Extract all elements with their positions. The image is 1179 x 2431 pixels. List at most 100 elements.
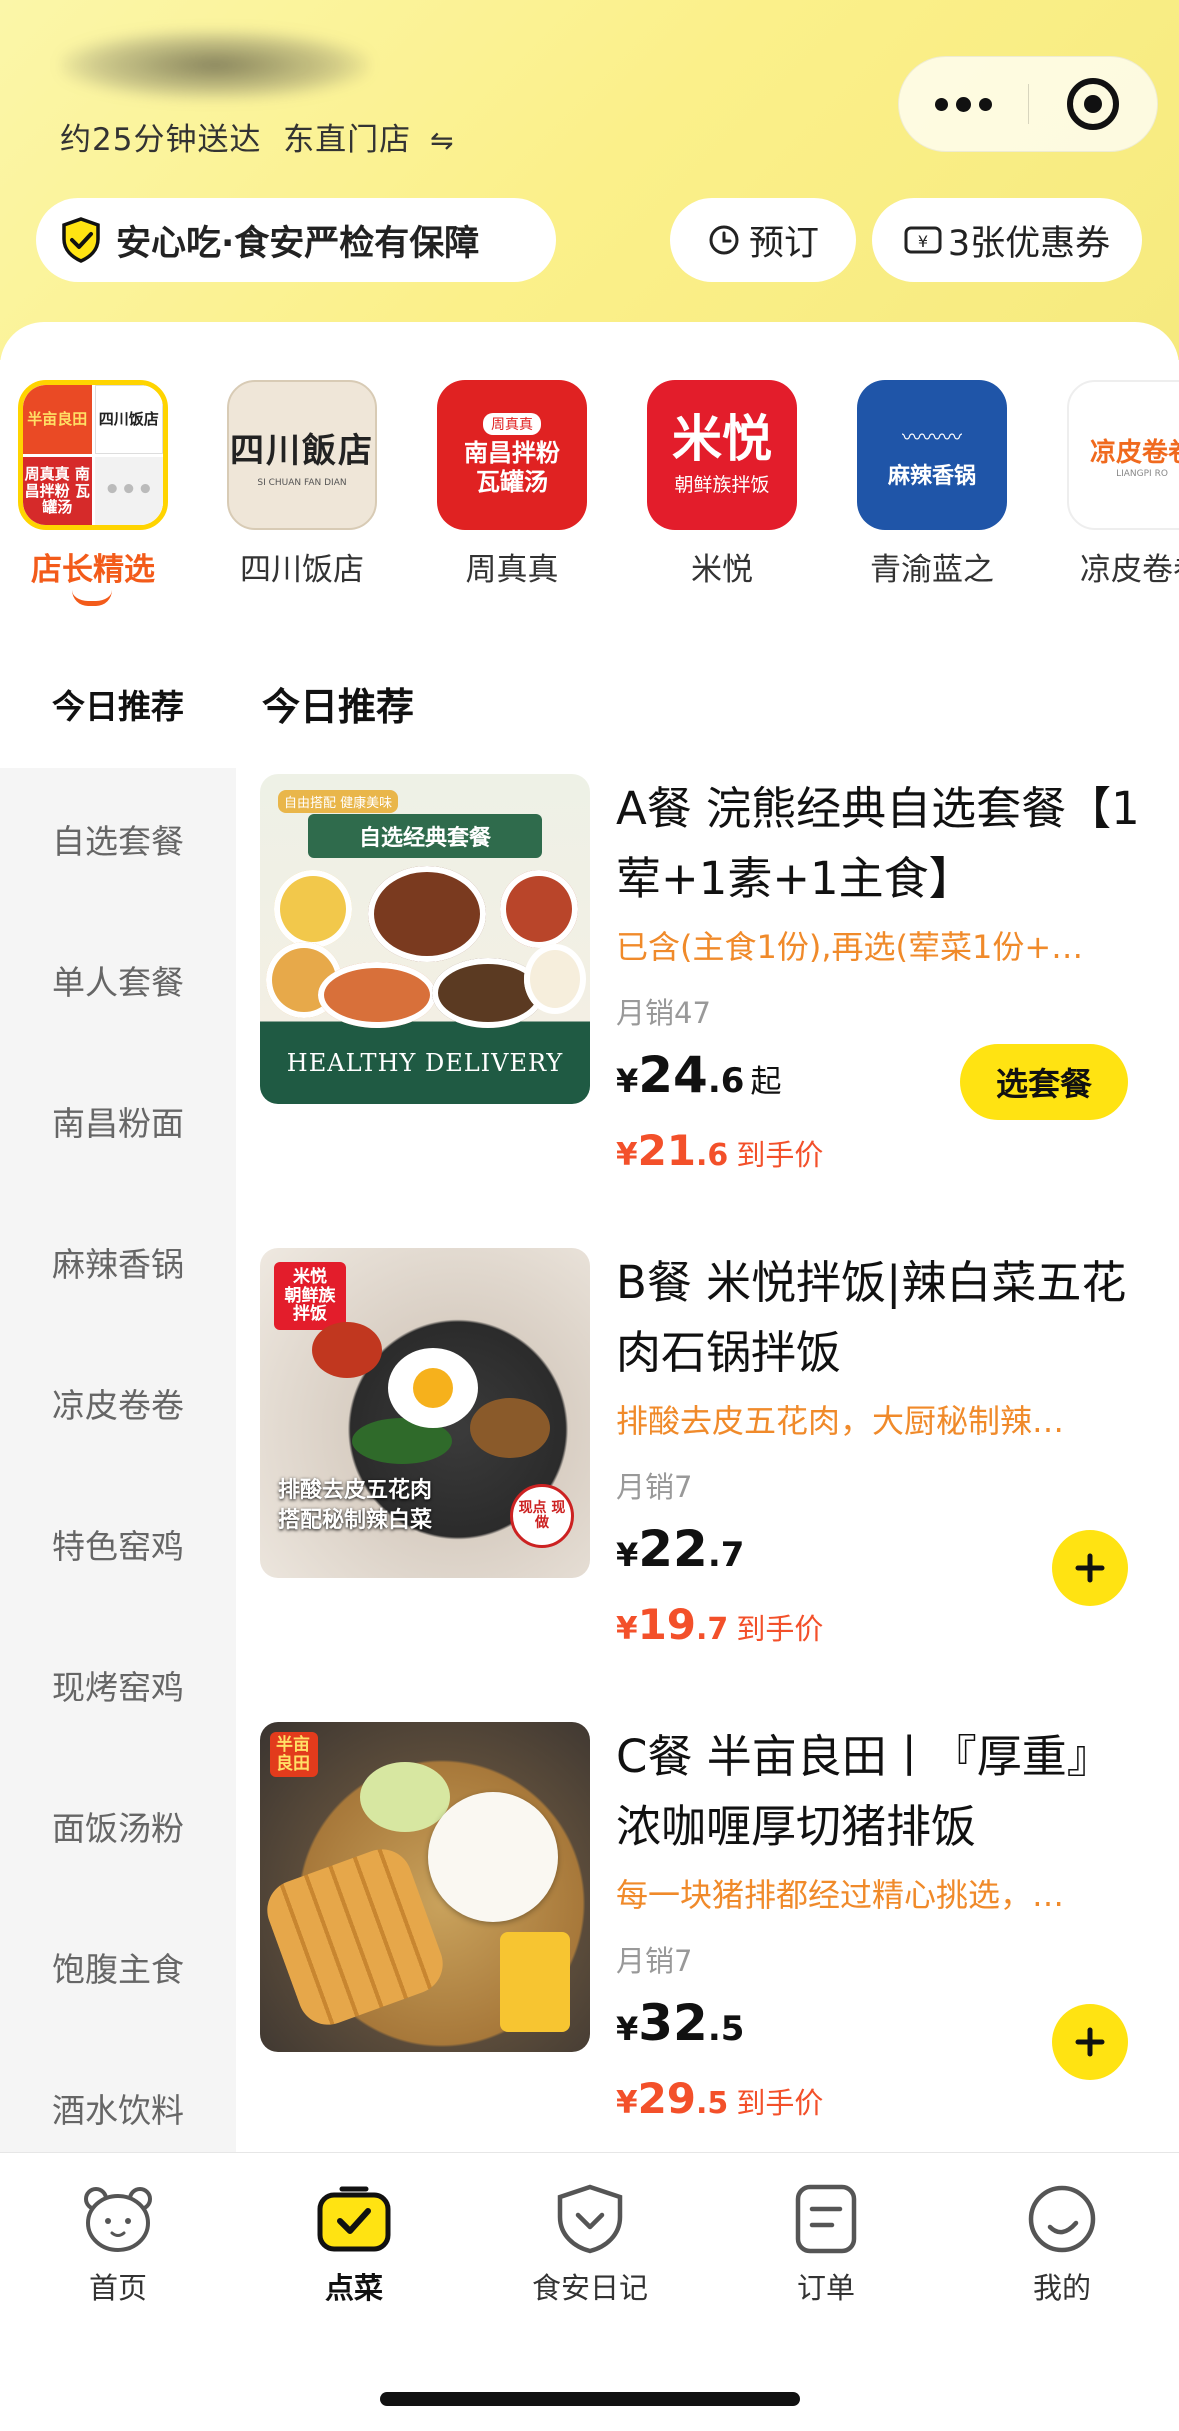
dish-card-b[interactable]: 米悦 朝鲜族拌饭 排酸去皮五花肉 搭配秘制辣白菜 现点 现做 B餐 米悦拌饭|辣…	[260, 1248, 1160, 1668]
logo-text: 凉皮卷卷	[1089, 437, 1179, 468]
switch-store-icon[interactable]: ⇋	[430, 124, 454, 157]
store-logo: 凉皮卷卷 LIANGPI RO	[1067, 380, 1179, 530]
tab-order-food[interactable]: 点菜	[236, 2183, 472, 2307]
monthly-sales: 月销47	[616, 996, 711, 1030]
reserve-button[interactable]: 预订	[670, 198, 856, 282]
price-integer: 21	[637, 1126, 697, 1175]
dish-price: ¥32.5	[616, 1994, 744, 2052]
category-item[interactable]: 饱腹主食	[0, 1896, 236, 2037]
dish-description: 每一块猪排都经过精心挑选，…	[616, 1876, 1065, 1914]
bowl-graphic	[524, 944, 586, 1014]
more-menu-button[interactable]	[899, 57, 1028, 151]
image-caption: 排酸去皮五花肉 搭配秘制辣白菜	[278, 1476, 432, 1535]
reserve-label: 预订	[748, 223, 819, 264]
logo-text: 四川飯店	[230, 430, 374, 471]
bottom-tab-bar: 首页 点菜 食安日记 订单 我的	[0, 2152, 1179, 2431]
store-tab-label: 凉皮卷卷	[1080, 552, 1179, 588]
egg-graphic	[388, 1348, 478, 1428]
tab-label: 点菜	[324, 2271, 383, 2305]
close-miniprogram-button[interactable]	[1028, 57, 1157, 151]
image-footer-text: HEALTHY DELIVERY	[286, 1049, 564, 1077]
tab-home[interactable]: 首页	[0, 2183, 236, 2307]
store-name: 东直门店	[283, 122, 412, 158]
logo-text: 南昌拌粉 瓦罐汤	[464, 439, 560, 496]
dish-description: 已含(主食1份),再选(荤菜1份+…	[616, 928, 1084, 966]
logo-text: 朝鲜族拌饭	[674, 473, 770, 496]
final-price: ¥19.7 到手价	[616, 1600, 823, 1649]
dish-title[interactable]: C餐 半亩良田丨『厚重』浓咖喱厚切猪排饭	[616, 1722, 1146, 1862]
active-tab-indicator	[72, 590, 112, 606]
dish-image[interactable]: 自由搭配 健康美味 自选经典套餐 HEALTHY DELIVERY	[260, 774, 590, 1104]
clock-icon	[709, 225, 739, 255]
store-tab-liangpi[interactable]: 凉皮卷卷 LIANGPI RO 凉皮卷卷	[1047, 380, 1179, 589]
coupon-icon: ¥	[904, 226, 942, 254]
dish-title[interactable]: B餐 米悦拌饭|辣白菜五花肉石锅拌饭	[616, 1248, 1146, 1388]
store-tab-label: 米悦	[691, 552, 753, 588]
add-to-cart-button[interactable]	[1052, 1530, 1128, 1606]
store-header: 约25分钟送达 东直门店 ⇋ 安心吃·食安严检有保障 预订 ¥ 3张优惠券	[0, 0, 1179, 360]
logo-text: •••	[94, 456, 163, 525]
tab-food-safety-diary[interactable]: 食安日记	[472, 2183, 708, 2307]
logo-text: 四川饭店	[94, 385, 163, 454]
wave-icon: 〰︎〰︎〰︎	[902, 424, 962, 449]
tab-profile[interactable]: 我的	[944, 2183, 1179, 2307]
food-safety-badge[interactable]: 安心吃·食安严检有保障	[36, 198, 556, 282]
monthly-sales: 月销7	[616, 1470, 693, 1504]
section-title: 今日推荐	[262, 685, 415, 729]
plus-icon	[1075, 1553, 1105, 1583]
category-item[interactable]: 麻辣香锅	[0, 1191, 236, 1332]
coupon-label: 3张优惠券	[947, 223, 1111, 264]
store-tab-sichuan[interactable]: 四川飯店 SI CHUAN FAN DIAN 四川饭店	[207, 380, 397, 589]
dish-title[interactable]: A餐 浣熊经典自选套餐【1荤+1素+1主食】	[616, 774, 1146, 914]
dish-price: ¥24.6 起	[616, 1046, 781, 1104]
currency-symbol: ¥	[616, 1611, 638, 1647]
dish-image[interactable]: 半亩 良田	[260, 1722, 590, 2052]
category-list: 自选套餐 单人套餐 南昌粉面 麻辣香锅 凉皮卷卷 特色窑鸡 现烤窑鸡 面饭汤粉 …	[0, 768, 236, 2155]
category-sidebar: 今日推荐 自选套餐 单人套餐 南昌粉面 麻辣香锅 凉皮卷卷 特色窑鸡 现烤窑鸡 …	[0, 640, 236, 2155]
price-decimal: .7	[707, 1535, 745, 1575]
coupon-button[interactable]: ¥ 3张优惠券	[872, 198, 1142, 282]
logo-text: SI CHUAN FAN DIAN	[257, 477, 347, 488]
currency-symbol: ¥	[616, 1062, 639, 1100]
dish-image[interactable]: 米悦 朝鲜族拌饭 排酸去皮五花肉 搭配秘制辣白菜 现点 现做	[260, 1248, 590, 1578]
store-tab-miyue[interactable]: 米悦 朝鲜族拌饭 米悦	[627, 380, 817, 589]
tab-orders[interactable]: 订单	[708, 2183, 944, 2307]
category-item[interactable]: 单人套餐	[0, 909, 236, 1050]
final-price-tag: 到手价	[736, 1612, 824, 1646]
price-integer: 24	[638, 1046, 708, 1104]
choose-set-button[interactable]: 选套餐	[960, 1044, 1128, 1120]
price-integer: 19	[637, 1600, 697, 1649]
category-item-active[interactable]: 今日推荐	[0, 640, 236, 768]
final-price-tag: 到手价	[736, 1138, 824, 1172]
category-item[interactable]: 自选套餐	[0, 768, 236, 909]
delivery-info[interactable]: 约25分钟送达 东直门店 ⇋	[60, 114, 455, 159]
kimchi-graphic	[312, 1322, 382, 1378]
sauce-pack-graphic	[500, 1932, 570, 2032]
price-decimal: .6	[707, 1061, 745, 1101]
home-indicator[interactable]	[380, 2392, 800, 2406]
store-tab-zhouzhenzhen[interactable]: 周真真 南昌拌粉 瓦罐汤 周真真	[417, 380, 607, 589]
store-logo: 半亩良田 四川饭店 周真真 南昌拌粉 瓦罐汤 •••	[18, 380, 168, 530]
image-brand: 米悦 朝鲜族拌饭	[274, 1262, 346, 1331]
price-decimal: .5	[707, 2009, 745, 2049]
dish-description: 排酸去皮五花肉，大厨秘制辣…	[616, 1402, 1065, 1440]
store-tab-selected[interactable]: 半亩良田 四川饭店 周真真 南昌拌粉 瓦罐汤 ••• 店长精选	[0, 380, 188, 589]
category-item[interactable]: 面饭汤粉	[0, 1755, 236, 1896]
logo-text: LIANGPI RO	[1116, 468, 1168, 479]
image-brand: 半亩 良田	[270, 1732, 318, 1778]
bowl-graphic	[500, 870, 578, 948]
store-tab-qingyu[interactable]: 〰︎〰︎〰︎ 麻辣香锅 青渝蓝之	[837, 380, 1027, 589]
blurred-store-title	[60, 30, 370, 100]
category-item[interactable]: 凉皮卷卷	[0, 1332, 236, 1473]
dish-card-a[interactable]: 自由搭配 健康美味 自选经典套餐 HEALTHY DELIVERY A餐 浣熊经…	[260, 774, 1160, 1194]
add-to-cart-button[interactable]	[1052, 2004, 1128, 2080]
price-decimal: .7	[696, 1612, 729, 1647]
price-decimal: .5	[696, 2086, 729, 2121]
category-item[interactable]: 南昌粉面	[0, 1050, 236, 1191]
food-safety-label: 安心吃·食安严检有保障	[116, 223, 480, 264]
store-logo: 米悦 朝鲜族拌饭	[647, 380, 797, 530]
dish-card-c[interactable]: 半亩 良田 C餐 半亩良田丨『厚重』浓咖喱厚切猪排饭 每一块猪排都经过精心挑选，…	[260, 1722, 1160, 2142]
store-logo: 〰︎〰︎〰︎ 麻辣香锅	[857, 380, 1007, 530]
category-item[interactable]: 特色窑鸡	[0, 1473, 236, 1614]
category-item[interactable]: 现烤窑鸡	[0, 1614, 236, 1755]
